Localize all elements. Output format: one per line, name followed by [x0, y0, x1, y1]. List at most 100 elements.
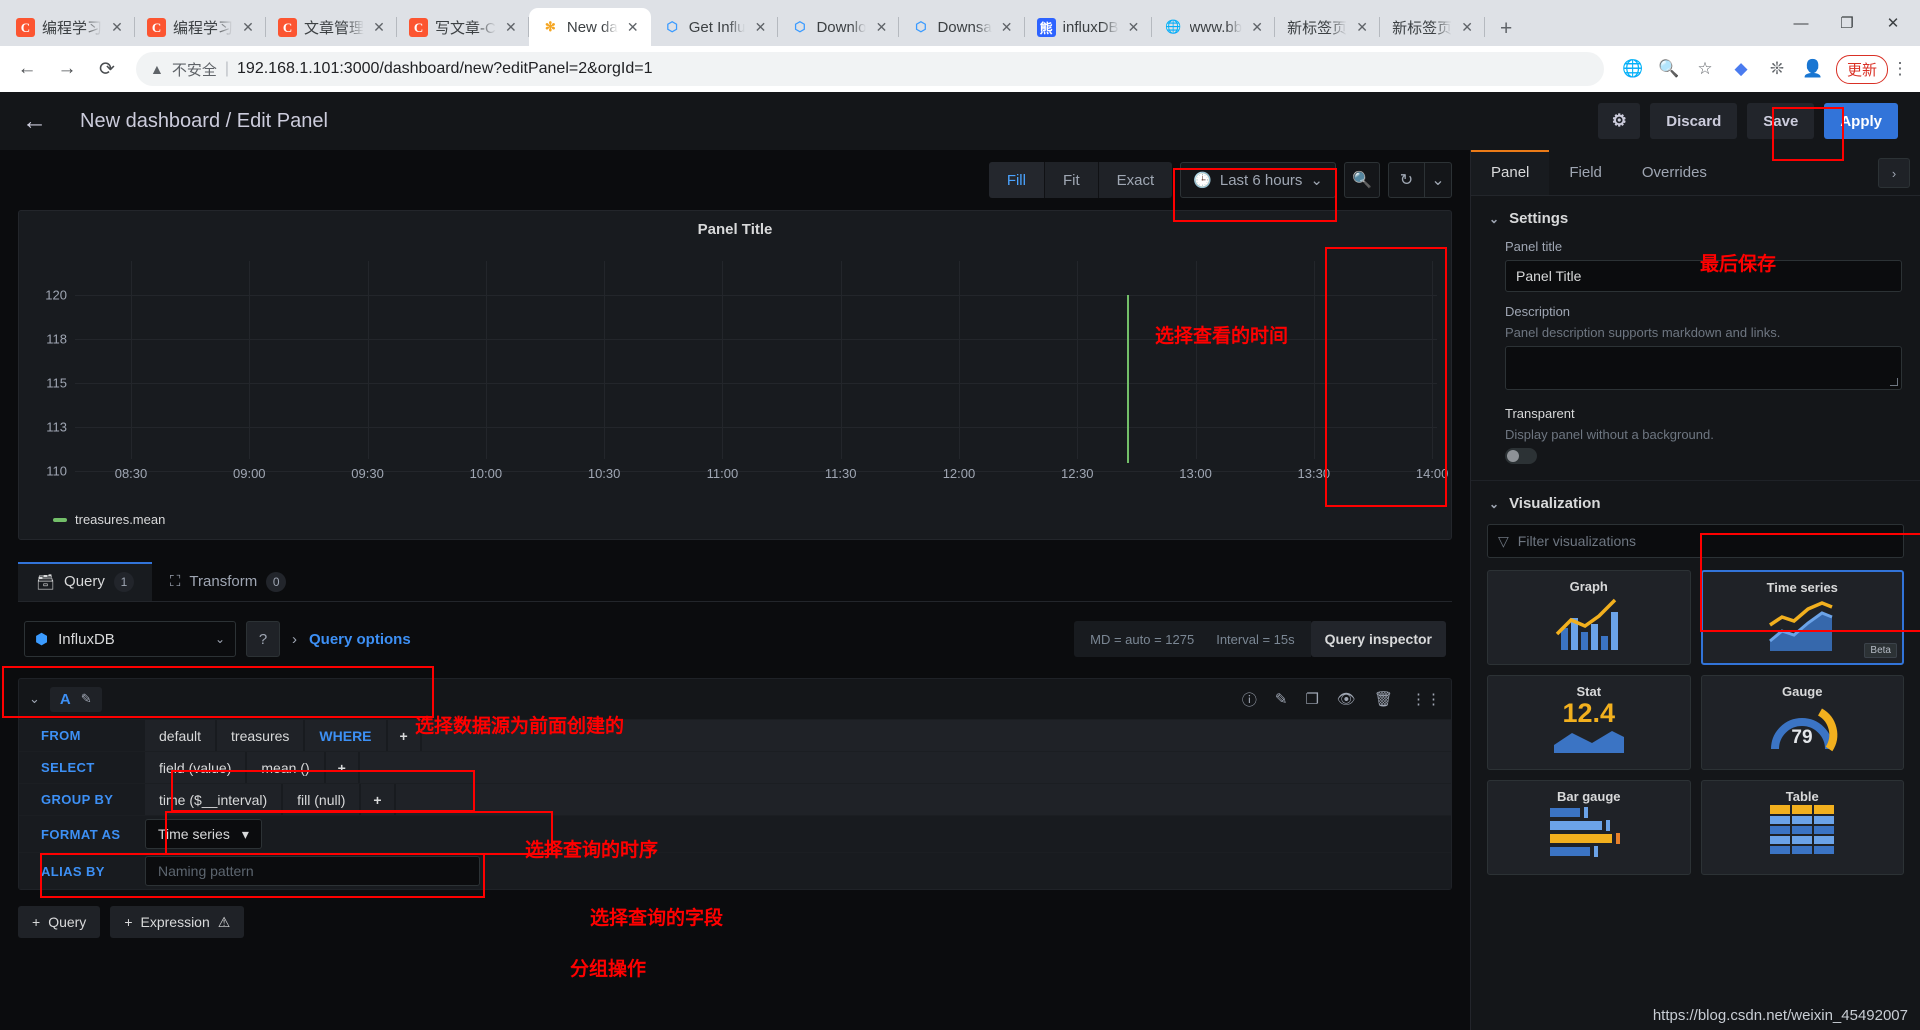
- close-icon[interactable]: ✕: [873, 19, 889, 36]
- transparent-toggle[interactable]: [1505, 448, 1537, 464]
- browser-tab-11[interactable]: 新标签页 ✕: [1380, 8, 1486, 46]
- viz-card-time-series[interactable]: Time series Beta: [1700, 570, 1904, 665]
- url-input[interactable]: ▲ 不安全 | 192.168.1.101:3000/dashboard/new…: [136, 52, 1604, 86]
- maximize-button[interactable]: ❐: [1824, 3, 1870, 43]
- add-expression-button[interactable]: + Expression ⚠: [110, 906, 245, 938]
- collapse-chevron-icon[interactable]: ⌄: [29, 691, 40, 707]
- query-ref-id-box[interactable]: A ✎: [49, 686, 102, 712]
- close-icon[interactable]: ✕: [503, 19, 519, 36]
- profile-icon[interactable]: 👤: [1796, 52, 1830, 86]
- browser-tab-10[interactable]: 新标签页 ✕: [1275, 8, 1381, 46]
- graph-plot-area[interactable]: 120 118 115 113 110 08:30 09:00 09:30 10:00 10:3…: [19, 247, 1448, 483]
- browser-tab-1[interactable]: C 编程学习 ✕: [135, 8, 267, 46]
- reload-icon[interactable]: ⟳: [90, 52, 124, 86]
- query-segment[interactable]: treasures: [217, 720, 304, 751]
- add-segment-button[interactable]: +: [325, 752, 358, 783]
- tab-field[interactable]: Field: [1549, 150, 1622, 195]
- update-button[interactable]: 更新: [1835, 54, 1888, 84]
- query-segment[interactable]: time ($__interval): [145, 784, 282, 815]
- forward-icon[interactable]: →: [50, 52, 84, 86]
- browser-tab-5[interactable]: ⬡ Get Influ ✕: [651, 8, 779, 46]
- translate-icon[interactable]: 🌐: [1616, 52, 1650, 86]
- close-window-button[interactable]: ✕: [1870, 3, 1916, 43]
- back-icon[interactable]: ←: [10, 52, 44, 86]
- bar-gauge-preview-icon: [1549, 807, 1620, 857]
- zoom-out-icon[interactable]: 🔍: [1652, 52, 1686, 86]
- tab-panel[interactable]: Panel: [1471, 150, 1550, 195]
- grafana-back-icon[interactable]: ←: [22, 107, 62, 136]
- query-segment[interactable]: mean (): [247, 752, 324, 783]
- bookmark-star-icon[interactable]: ☆: [1688, 52, 1722, 86]
- new-tab-button[interactable]: +: [1489, 12, 1523, 46]
- add-query-button[interactable]: + Query: [18, 906, 101, 938]
- viz-card-table[interactable]: Table: [1700, 780, 1904, 875]
- close-icon[interactable]: ✕: [1354, 19, 1370, 36]
- browser-tab-7[interactable]: ⬡ Downsa ✕: [899, 8, 1025, 46]
- puzzle-icon[interactable]: ❊: [1760, 52, 1794, 86]
- trash-icon[interactable]: 🗑: [1374, 690, 1393, 708]
- settings-section-title[interactable]: ⌄ Settings: [1489, 210, 1902, 227]
- add-segment-button[interactable]: +: [361, 784, 394, 815]
- size-exact-button[interactable]: Exact: [1098, 162, 1173, 198]
- apply-button[interactable]: Apply: [1824, 103, 1898, 139]
- visualization-panel[interactable]: Panel Title 120 118 115 113 110 08:30 09:00 09…: [18, 210, 1452, 540]
- browser-tab-0[interactable]: C 编程学习 ✕: [4, 8, 136, 46]
- browser-menu-icon[interactable]: ⋮: [1890, 59, 1910, 79]
- close-icon[interactable]: ✕: [1126, 19, 1142, 36]
- help-circle-icon[interactable]: ?: [246, 621, 280, 657]
- help-circle-icon[interactable]: ⓘ: [1242, 689, 1257, 710]
- query-segment[interactable]: WHERE: [305, 720, 386, 751]
- close-icon[interactable]: ✕: [371, 19, 387, 36]
- browser-tab-9[interactable]: 🌐 www.bb ✕: [1152, 8, 1276, 46]
- panel-settings-gear-icon[interactable]: ⚙: [1598, 103, 1641, 139]
- browser-tab-4[interactable]: ✻ New da ✕: [528, 8, 651, 46]
- collapse-options-pane-button[interactable]: ›: [1878, 158, 1910, 188]
- gridline-vertical: [367, 261, 369, 459]
- query-inspector-button[interactable]: Query inspector: [1310, 621, 1446, 657]
- browser-tab-2[interactable]: C 文章管理 ✕: [266, 8, 398, 46]
- minimize-button[interactable]: —: [1778, 3, 1824, 43]
- refresh-icon[interactable]: ↻: [1388, 162, 1424, 198]
- viz-card-bar-gauge[interactable]: Bar gauge: [1487, 780, 1691, 875]
- browser-tab-8[interactable]: 熊 influxDB ✕: [1025, 8, 1152, 46]
- query-segment[interactable]: fill (null): [283, 784, 360, 815]
- close-icon[interactable]: ✕: [752, 19, 768, 36]
- pencil-icon[interactable]: ✎: [1275, 690, 1288, 708]
- tab-transform[interactable]: ⛶ Transform 0: [152, 562, 304, 601]
- time-range-picker[interactable]: 🕒 Last 6 hours ⌄: [1180, 162, 1336, 198]
- viz-card-stat[interactable]: Stat 12.4: [1487, 675, 1691, 770]
- close-icon[interactable]: ✕: [1249, 19, 1265, 36]
- zoom-out-time-icon[interactable]: 🔍: [1344, 162, 1380, 198]
- query-segment[interactable]: default: [145, 720, 216, 751]
- extension-kite-icon[interactable]: ◆: [1724, 52, 1758, 86]
- close-icon[interactable]: ✕: [240, 19, 256, 36]
- discard-button[interactable]: Discard: [1650, 103, 1738, 139]
- close-icon[interactable]: ✕: [625, 19, 641, 36]
- close-icon[interactable]: ✕: [109, 19, 125, 36]
- save-button[interactable]: Save: [1747, 103, 1815, 139]
- drag-handle-icon[interactable]: ⋮⋮: [1411, 690, 1441, 708]
- viz-card-graph[interactable]: Graph: [1487, 570, 1691, 665]
- browser-tab-3[interactable]: C 写文章-C ✕: [397, 8, 529, 46]
- filter-visualizations-input[interactable]: ▽ Filter visualizations: [1487, 524, 1904, 558]
- pencil-icon[interactable]: ✎: [81, 691, 92, 707]
- close-icon[interactable]: ✕: [1459, 19, 1475, 36]
- close-icon[interactable]: ✕: [999, 19, 1015, 36]
- size-fill-button[interactable]: Fill: [988, 162, 1045, 198]
- size-fit-button[interactable]: Fit: [1044, 162, 1099, 198]
- graph-legend[interactable]: treasures.mean: [53, 512, 165, 527]
- eye-icon[interactable]: 👁: [1337, 690, 1356, 708]
- visualization-section-title[interactable]: ⌄ Visualization: [1489, 495, 1902, 512]
- alias-by-input[interactable]: Naming pattern: [145, 856, 480, 886]
- browser-tab-6[interactable]: ⬡ Downlo ✕: [778, 8, 900, 46]
- refresh-interval-chevron-down-icon[interactable]: ⌄: [1424, 162, 1452, 198]
- datasource-picker[interactable]: ⬢ InfluxDB ⌄: [24, 621, 236, 657]
- tab-overrides[interactable]: Overrides: [1622, 150, 1727, 195]
- query-options-toggle[interactable]: › Query options: [292, 631, 411, 648]
- tab-query[interactable]: 🗃 Query 1: [18, 562, 152, 601]
- copy-icon[interactable]: ❐: [1305, 690, 1318, 708]
- description-textarea[interactable]: [1505, 346, 1902, 390]
- query-segment[interactable]: field (value): [145, 752, 246, 783]
- viz-card-gauge[interactable]: Gauge 79: [1700, 675, 1904, 770]
- format-as-select[interactable]: Time series ▾: [145, 819, 262, 849]
